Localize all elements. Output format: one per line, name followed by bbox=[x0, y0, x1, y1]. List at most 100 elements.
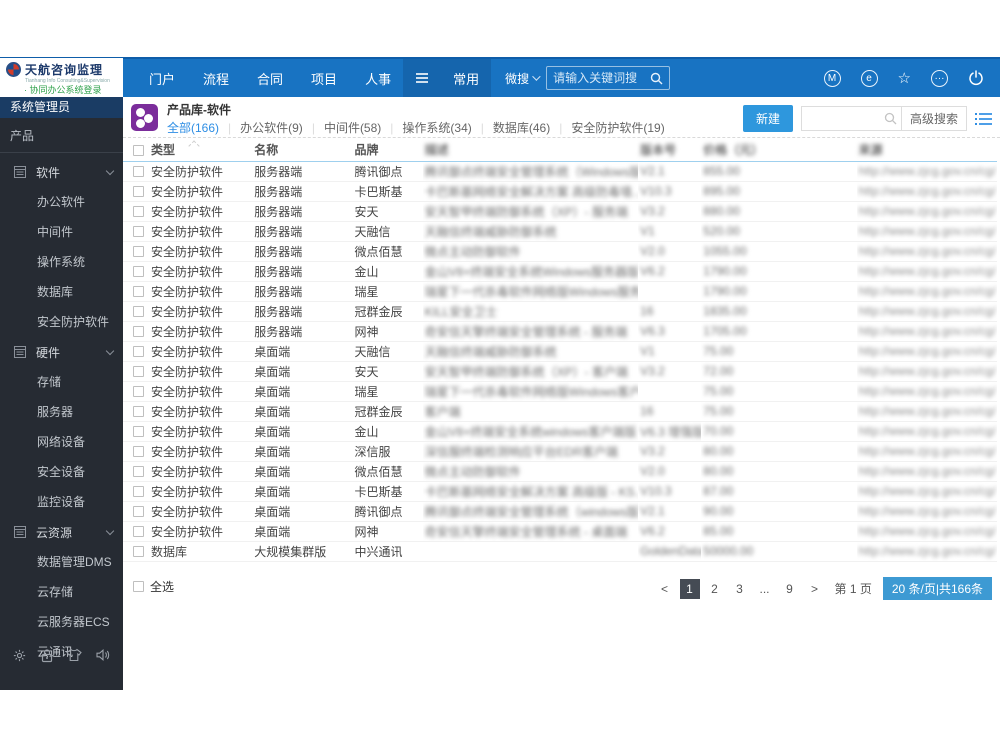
theme-shirt-icon[interactable] bbox=[66, 648, 83, 662]
advanced-search-button[interactable]: 高级搜索 bbox=[900, 107, 966, 130]
new-button[interactable]: 新建 bbox=[742, 105, 793, 132]
row-checkbox[interactable] bbox=[133, 306, 144, 318]
wesearch-dropdown[interactable]: 微搜 bbox=[505, 70, 541, 87]
cell-ver: V1 bbox=[638, 221, 702, 242]
row-checkbox[interactable] bbox=[133, 546, 144, 558]
sidebar-item-监控设备[interactable]: 监控设备 bbox=[0, 487, 123, 517]
nav-item[interactable]: 合同 bbox=[245, 59, 295, 97]
chevron-down-icon bbox=[105, 526, 115, 535]
sidebar-group-软件[interactable]: 软件 bbox=[0, 157, 123, 187]
feedback-icon[interactable]: e bbox=[860, 69, 878, 87]
row-checkbox[interactable] bbox=[133, 346, 144, 358]
tab-操作系统(34)[interactable]: 操作系统(34) bbox=[402, 118, 471, 137]
sidebar-item-安全防护软件[interactable]: 安全防护软件 bbox=[0, 307, 123, 337]
row-checkbox[interactable] bbox=[133, 326, 144, 338]
sidebar-item-安全设备[interactable]: 安全设备 bbox=[0, 457, 123, 487]
cell-ver: V6.3 bbox=[638, 321, 702, 342]
search-icon[interactable] bbox=[650, 72, 663, 85]
cell-type: 安全防护软件 bbox=[149, 421, 253, 442]
sidebar-item-数据管理DMS[interactable]: 数据管理DMS bbox=[0, 547, 123, 577]
page-button-3[interactable]: 3 bbox=[730, 579, 750, 599]
cell-desc: 瑞星下一代杀毒软件网络版Windows客户端 bbox=[422, 381, 639, 402]
lock-icon[interactable] bbox=[40, 648, 54, 663]
cell-desc: 微点主动防御软件 bbox=[422, 461, 639, 482]
row-checkbox[interactable] bbox=[133, 526, 144, 538]
power-icon[interactable] bbox=[968, 70, 984, 86]
nav-item[interactable]: 项目 bbox=[299, 59, 349, 97]
cell-src: http://www.zjcg.gov.cn/cg/ bbox=[856, 461, 997, 482]
tab-中间件(58)[interactable]: 中间件(58) bbox=[324, 118, 381, 137]
sidebar-item-存储[interactable]: 存储 bbox=[0, 367, 123, 397]
select-all-header-checkbox[interactable] bbox=[133, 145, 144, 157]
row-checkbox[interactable] bbox=[133, 426, 144, 438]
row-checkbox[interactable] bbox=[133, 366, 144, 378]
table-row: 安全防护软件 桌面端 网神 奇安信天擎终端安全管理系统 - 桌面端 V6.2 85.00 h… bbox=[123, 521, 997, 542]
sidebar-item-网络设备[interactable]: 网络设备 bbox=[0, 427, 123, 457]
cell-desc: 腾讯御点终端安全管理系统（windows版）V2.1 bbox=[422, 501, 639, 522]
settings-gear-icon[interactable] bbox=[12, 648, 27, 663]
cell-price: 75.00 bbox=[701, 341, 857, 362]
nav-menu-button[interactable] bbox=[403, 59, 442, 97]
row-checkbox[interactable] bbox=[133, 206, 144, 218]
row-checkbox[interactable] bbox=[133, 266, 144, 278]
sidebar-group-硬件[interactable]: 硬件 bbox=[0, 337, 123, 367]
volume-speaker-icon[interactable] bbox=[95, 648, 111, 662]
next-page-button[interactable]: > bbox=[805, 579, 825, 599]
sidebar-item-办公软件[interactable]: 办公软件 bbox=[0, 187, 123, 217]
content-header: 产品库-软件 全部(166) | 办公软件(9) | 中间件(58) | 操作系统(34) |… bbox=[123, 97, 1000, 138]
cell-type: 安全防护软件 bbox=[149, 241, 253, 262]
row-checkbox[interactable] bbox=[133, 186, 144, 198]
prev-page-button[interactable]: < bbox=[655, 579, 675, 599]
cell-brand: 腾讯御点 bbox=[352, 161, 423, 182]
tab-安全防护软件(19)[interactable]: 安全防护软件(19) bbox=[571, 118, 664, 137]
more-options-icon[interactable]: ··· bbox=[931, 69, 948, 87]
favorite-star-icon[interactable]: ☆ bbox=[898, 71, 911, 86]
nav-item[interactable]: 人事 bbox=[353, 59, 403, 97]
tab-全部(166)[interactable]: 全部(166) bbox=[167, 118, 219, 137]
sidebar-item-操作系统[interactable]: 操作系统 bbox=[0, 247, 123, 277]
nav-item[interactable]: 门户 bbox=[137, 59, 187, 97]
table-search-input[interactable] bbox=[801, 111, 880, 126]
page-button-1[interactable]: 1 bbox=[679, 578, 700, 599]
list-view-icon[interactable] bbox=[975, 112, 992, 126]
row-checkbox[interactable] bbox=[133, 466, 144, 478]
sidebar-item-中间件[interactable]: 中间件 bbox=[0, 217, 123, 247]
global-search-input[interactable] bbox=[553, 71, 646, 85]
page-button-9[interactable]: 9 bbox=[780, 579, 800, 599]
sidebar-section-product[interactable]: 产品 bbox=[0, 118, 123, 153]
page-button-2[interactable]: 2 bbox=[705, 579, 725, 599]
module-icon bbox=[14, 166, 26, 178]
search-icon[interactable] bbox=[884, 112, 897, 125]
message-icon[interactable]: M bbox=[823, 69, 841, 87]
cell-brand: 卡巴斯基 bbox=[352, 481, 423, 502]
sidebar-item-数据库[interactable]: 数据库 bbox=[0, 277, 123, 307]
app-screen: 天航咨询监理 Tianhang Info Consulting&Supervis… bbox=[0, 0, 1000, 750]
row-checkbox[interactable] bbox=[133, 406, 144, 418]
cell-brand: 瑞星 bbox=[352, 381, 423, 402]
sidebar-item-云存储[interactable]: 云存储 bbox=[0, 577, 123, 607]
row-checkbox[interactable] bbox=[133, 506, 144, 518]
row-checkbox[interactable] bbox=[133, 166, 144, 178]
sidebar-group-云资源[interactable]: 云资源 bbox=[0, 517, 123, 547]
sidebar-item-服务器[interactable]: 服务器 bbox=[0, 397, 123, 427]
nav-item[interactable]: 流程 bbox=[191, 59, 241, 97]
row-checkbox[interactable] bbox=[133, 486, 144, 498]
cell-ver: 16 bbox=[638, 401, 702, 422]
row-checkbox[interactable] bbox=[133, 226, 144, 238]
sidebar-item-云服务器ECS[interactable]: 云服务器ECS bbox=[0, 607, 123, 637]
cell-check bbox=[123, 461, 150, 482]
cell-check bbox=[123, 481, 150, 502]
nav-item-changyong[interactable]: 常用 bbox=[441, 59, 492, 97]
row-checkbox[interactable] bbox=[133, 246, 144, 258]
row-checkbox[interactable] bbox=[133, 286, 144, 298]
tab-数据库(46)[interactable]: 数据库(46) bbox=[493, 118, 550, 137]
global-search-box[interactable] bbox=[546, 66, 671, 90]
oa-login-link[interactable]: · 协同办公系统登录 bbox=[24, 83, 117, 96]
cell-check bbox=[123, 441, 150, 462]
row-checkbox[interactable] bbox=[133, 386, 144, 398]
cell-name: 桌面端 bbox=[252, 401, 353, 422]
table-search-box: 高级搜索 bbox=[800, 106, 967, 131]
row-checkbox[interactable] bbox=[133, 446, 144, 458]
select-all-checkbox[interactable] bbox=[133, 581, 144, 592]
tab-办公软件(9)[interactable]: 办公软件(9) bbox=[240, 118, 303, 137]
